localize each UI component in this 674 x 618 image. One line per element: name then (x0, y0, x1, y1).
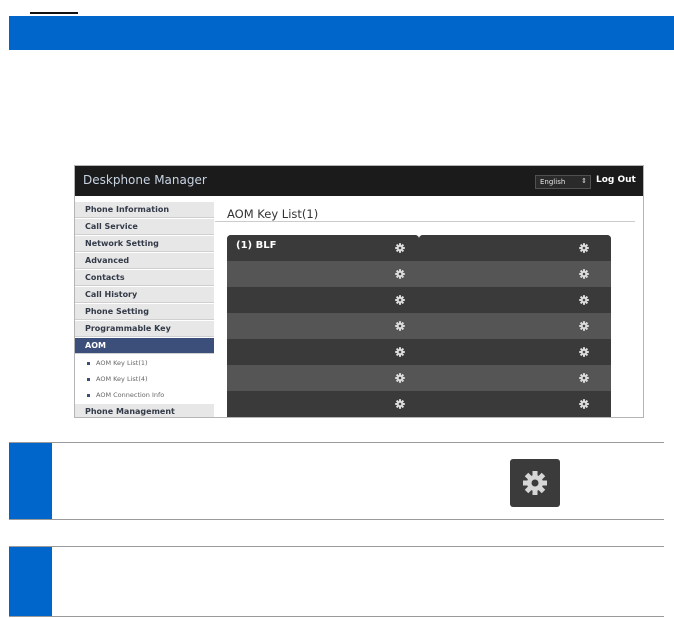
sidebar-item-programmable-key[interactable]: Programmable Key (75, 321, 214, 337)
gear-icon[interactable] (578, 267, 590, 279)
sidebar-item-contacts[interactable]: Contacts (75, 270, 214, 286)
sidebar-item-advanced[interactable]: Advanced (75, 253, 214, 269)
gear-icon[interactable] (394, 345, 406, 357)
sidebar-subitem-aom-key-list-1[interactable]: AOM Key List(1) (75, 355, 214, 371)
gear-icon[interactable] (578, 345, 590, 357)
callout-box-1 (9, 442, 664, 520)
aom-key-row[interactable] (419, 261, 611, 287)
gear-icon[interactable] (394, 293, 406, 305)
aom-key-row[interactable] (227, 261, 419, 287)
callout-tab-1 (9, 443, 52, 519)
sidebar-item-aom[interactable]: AOM (75, 338, 214, 354)
aom-key-row[interactable] (419, 235, 611, 261)
title-divider (215, 221, 635, 222)
aom-key-row[interactable] (419, 339, 611, 365)
sidebar-item-call-history[interactable]: Call History (75, 287, 214, 303)
aom-key-row[interactable] (419, 287, 611, 313)
gear-button[interactable] (510, 459, 560, 507)
aom-key-row[interactable] (419, 365, 611, 391)
aom-key-row[interactable] (419, 391, 611, 417)
sidebar-item-phone-setting[interactable]: Phone Setting (75, 304, 214, 320)
sidebar: Phone Information Call Service Network S… (75, 202, 214, 417)
aom-key-row[interactable] (227, 313, 419, 339)
aom-key-panel-right (419, 235, 611, 417)
sidebar-item-phone-management[interactable]: Phone Management (75, 404, 214, 417)
aom-key-row[interactable]: (1) BLF (227, 235, 419, 261)
select-caret-icon: ⇕ (581, 177, 587, 185)
sidebar-item-call-service[interactable]: Call Service (75, 219, 214, 235)
sidebar-item-network-setting[interactable]: Network Setting (75, 236, 214, 252)
gear-icon[interactable] (578, 319, 590, 331)
gear-icon[interactable] (578, 293, 590, 305)
sidebar-subitem-aom-key-list-4[interactable]: AOM Key List(4) (75, 371, 214, 387)
gear-icon[interactable] (394, 267, 406, 279)
top-rule (30, 12, 78, 14)
aom-key-row[interactable] (227, 339, 419, 365)
aom-key-label: (1) BLF (236, 240, 277, 251)
gear-icon[interactable] (578, 397, 590, 409)
aom-key-row[interactable] (227, 391, 419, 417)
bullet-icon (87, 362, 90, 365)
app-header: Deskphone Manager English ⇕ Log Out (75, 166, 643, 196)
gear-icon[interactable] (394, 371, 406, 383)
app-title: Deskphone Manager (83, 173, 207, 187)
aom-key-panel-left: (1) BLF (227, 235, 419, 417)
sidebar-subitem-label: AOM Key List(1) (96, 359, 148, 367)
gear-icon[interactable] (394, 397, 406, 409)
gear-icon[interactable] (578, 241, 590, 253)
page-title: AOM Key List(1) (227, 207, 319, 221)
deskphone-manager-screenshot: Deskphone Manager English ⇕ Log Out Phon… (74, 165, 644, 418)
aom-key-row[interactable] (227, 287, 419, 313)
section-banner (9, 16, 674, 50)
gear-icon[interactable] (394, 319, 406, 331)
callout-tab-2 (9, 547, 52, 616)
callout-box-2 (9, 546, 664, 617)
sidebar-item-phone-information[interactable]: Phone Information (75, 202, 214, 218)
sidebar-subitem-label: AOM Key List(4) (96, 375, 148, 383)
logout-link[interactable]: Log Out (596, 175, 636, 185)
language-select[interactable]: English ⇕ (535, 175, 591, 189)
bullet-icon (87, 378, 90, 381)
bullet-icon (87, 394, 90, 397)
gear-icon[interactable] (578, 371, 590, 383)
aom-key-row[interactable] (419, 313, 611, 339)
gear-icon (523, 471, 547, 495)
language-value: English (540, 178, 566, 186)
aom-key-row[interactable] (227, 365, 419, 391)
sidebar-subitem-label: AOM Connection Info (96, 391, 165, 399)
sidebar-subitem-aom-connection-info[interactable]: AOM Connection Info (75, 387, 214, 403)
gear-icon[interactable] (394, 241, 406, 253)
